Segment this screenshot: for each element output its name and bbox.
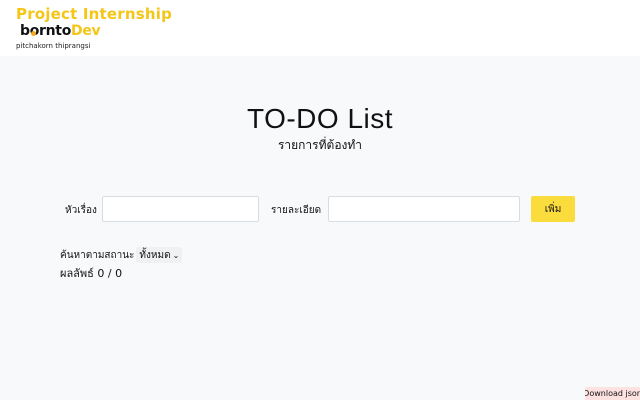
topic-label: หัวเรื่อง: [65, 205, 97, 216]
page-subtitle: รายการที่ต้องทำ: [277, 138, 363, 152]
brand-title: Project Internship: [16, 5, 173, 23]
result-count: ผลลัพธ์ 0 / 0: [60, 264, 122, 282]
result-value: 0 / 0: [97, 267, 123, 280]
detail-input[interactable]: [328, 196, 520, 222]
page-title: TO-DO List: [246, 103, 394, 134]
header: Project Internship borntоDev pitchakorn …: [0, 0, 640, 56]
author-name: pitchakorn thiprangsi: [16, 42, 91, 50]
add-button[interactable]: เพิ่ม: [531, 196, 575, 222]
logo-text-born: borntо: [20, 23, 72, 39]
chevron-down-icon: ⌄: [172, 250, 180, 260]
download-json-button[interactable]: Download json: [585, 387, 640, 400]
filter-label: ค้นหาตามสถานะ: [60, 249, 135, 261]
logo-text-dev: Dev: [71, 23, 101, 39]
topic-input[interactable]: [102, 196, 259, 222]
result-label: ผลลัพธ์: [60, 267, 94, 280]
detail-label: รายละเอียด: [271, 205, 322, 216]
status-select[interactable]: ทั้งหมด ⌄: [136, 247, 183, 263]
status-filter: ค้นหาตามสถานะ ทั้งหมด ⌄: [60, 247, 183, 263]
status-select-value: ทั้งหมด: [139, 249, 171, 261]
logo-dot-icon: [31, 31, 36, 36]
